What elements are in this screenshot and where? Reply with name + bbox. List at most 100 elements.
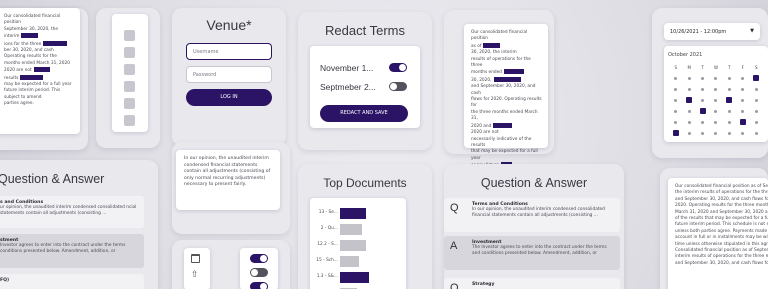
calendar-day[interactable]: [697, 107, 708, 116]
doc-line: 2020 and: [471, 122, 542, 130]
calendar-day[interactable]: [697, 85, 708, 94]
redaction-bar: [21, 33, 39, 39]
toggle-switch[interactable]: [250, 282, 268, 289]
qa-left-row[interactable]: s and Conditions ur opinion, the unaudit…: [0, 196, 144, 228]
calendar-card: October 2021 S M T W T F S: [664, 46, 768, 142]
qa-right-row[interactable]: A Investment The Investor agrees to enter …: [444, 236, 620, 270]
top-doc-bar[interactable]: [340, 224, 362, 235]
calendar-day[interactable]: [724, 107, 735, 116]
top-doc-bar[interactable]: [340, 272, 369, 283]
calendar-day[interactable]: [751, 96, 762, 105]
calendar-day[interactable]: [683, 129, 694, 138]
calendar-day[interactable]: [710, 74, 721, 83]
doc-line: September 30, 2020, the interim: [4, 26, 59, 40]
doc-line: 2020 are not: [4, 67, 74, 74]
login-button[interactable]: LOG IN: [186, 89, 272, 106]
calendar-weekday: F: [741, 65, 744, 70]
calendar-day[interactable]: [670, 107, 681, 116]
redaction-bar: [43, 40, 68, 46]
redaction-bar: [493, 122, 513, 128]
calendar-day[interactable]: [724, 118, 735, 127]
calendar-day[interactable]: [751, 85, 762, 94]
redact-toggle-on[interactable]: [389, 63, 407, 72]
calendar-day[interactable]: [697, 74, 708, 83]
doc-line: ions for the three: [4, 40, 74, 48]
share-icon[interactable]: ⇧: [191, 270, 199, 280]
checkbox[interactable]: [124, 64, 135, 75]
toggle-switch[interactable]: [250, 268, 268, 277]
qa-right-row-label: Strategy: [472, 282, 495, 287]
calendar-day[interactable]: [710, 129, 721, 138]
calendar-day[interactable]: [683, 85, 694, 94]
opinion-card: In our opinion, the unaudited interim co…: [176, 150, 280, 210]
checkbox[interactable]: [124, 81, 135, 92]
calendar-day[interactable]: [724, 96, 735, 105]
doc-line: results: [4, 74, 74, 82]
checkbox[interactable]: [124, 98, 135, 109]
calendar-day[interactable]: [710, 107, 721, 116]
calendar-day[interactable]: [670, 129, 681, 138]
qa-right-row[interactable]: Q Terms and Conditions In our opinion, the…: [444, 198, 620, 232]
calendar-day[interactable]: [697, 129, 708, 138]
calendar-day[interactable]: [683, 74, 694, 83]
qa-left-row-body: Investor agrees to enter into the contra…: [0, 243, 126, 255]
calendar-day[interactable]: [737, 85, 748, 94]
trash-icon[interactable]: [191, 254, 200, 263]
datetime-select[interactable]: 10/26/2021 - 12:00pm ▼: [664, 23, 760, 40]
qa-left-row[interactable]: stment Investor agrees to enter into the…: [0, 234, 144, 268]
calendar-day[interactable]: [670, 96, 681, 105]
checkbox[interactable]: [124, 115, 135, 126]
calendar-day[interactable]: [737, 96, 748, 105]
top-doc-bar[interactable]: [340, 256, 360, 267]
qa-left-row[interactable]: FQ): [0, 274, 144, 289]
calendar-day[interactable]: [724, 74, 735, 83]
redact-item-label: November 1...: [320, 63, 374, 73]
redaction-bar: [493, 76, 521, 82]
redact-title: Redact Terms: [325, 23, 405, 38]
username-field[interactable]: Username: [186, 43, 272, 60]
doc-line: parties agree.: [4, 101, 34, 107]
calendar-day[interactable]: [710, 118, 721, 127]
top-doc-label: 13 - Se...: [318, 210, 338, 215]
calendar-weekday: T: [728, 65, 731, 70]
doc-line: the interim results of operations for th…: [675, 190, 768, 196]
calendar-day[interactable]: [737, 129, 748, 138]
calendar-day[interactable]: [737, 107, 748, 116]
qa-left-row-label: FQ): [0, 278, 10, 283]
calendar-day[interactable]: [670, 85, 681, 94]
calendar-day[interactable]: [670, 74, 681, 83]
calendar-day[interactable]: [697, 118, 708, 127]
calendar-day[interactable]: [751, 107, 762, 116]
calendar-day[interactable]: [737, 118, 748, 127]
checkbox[interactable]: [124, 47, 135, 58]
calendar-day[interactable]: [751, 118, 762, 127]
calendar-day[interactable]: [683, 118, 694, 127]
toggle-switch[interactable]: [250, 254, 268, 263]
top-doc-bar[interactable]: [340, 240, 367, 251]
doc-line: Our consolidated financial position: [471, 30, 528, 42]
redact-save-button[interactable]: REDACT AND SAVE: [320, 105, 408, 122]
calendar-day[interactable]: [697, 96, 708, 105]
qa-left-row-body: ur opinion, the unaudited interim conden…: [0, 205, 137, 217]
screenshot-stage: Our consolidated financial position Septe…: [0, 0, 768, 289]
redact-toggle-off[interactable]: [389, 82, 407, 91]
calendar-grid: SMTWTFS: [668, 61, 764, 140]
calendar-day[interactable]: [710, 96, 721, 105]
doc-right-text: Our consolidated financial position as o…: [675, 184, 768, 267]
checkbox[interactable]: [124, 30, 135, 41]
top-doc-bar[interactable]: [340, 208, 367, 219]
calendar-day[interactable]: [670, 118, 681, 127]
datetime-value: 10/26/2021 - 12:00pm: [670, 29, 727, 35]
calendar-day[interactable]: [724, 85, 735, 94]
calendar-day[interactable]: [710, 85, 721, 94]
password-field[interactable]: Password: [186, 66, 272, 83]
qa-right-row[interactable]: Q Strategy: [444, 278, 620, 289]
calendar-day[interactable]: [737, 74, 748, 83]
calendar-day[interactable]: [683, 96, 694, 105]
calendar-day[interactable]: [683, 107, 694, 116]
calendar-day[interactable]: [751, 129, 762, 138]
doc-line: 2020. Operating results for the three mo…: [675, 203, 768, 209]
qa-badge: Q: [450, 282, 459, 289]
calendar-day[interactable]: [751, 74, 762, 83]
calendar-day[interactable]: [724, 129, 735, 138]
